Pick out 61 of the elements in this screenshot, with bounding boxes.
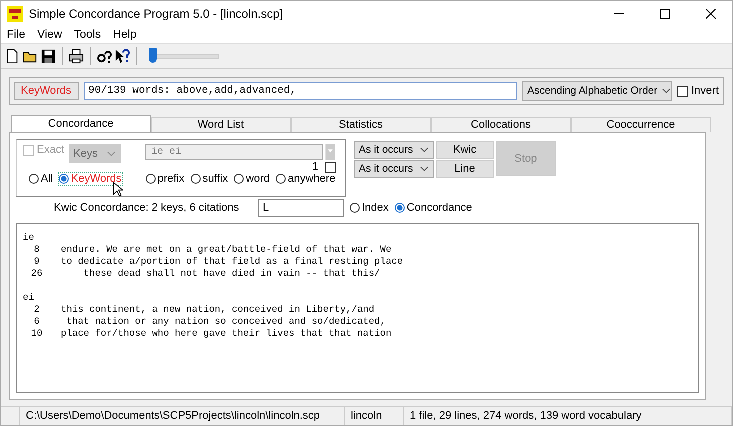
printer-icon[interactable] [69, 48, 84, 64]
maximize-icon[interactable] [660, 9, 670, 19]
radio-button[interactable]: Concordance [394, 202, 472, 214]
sort-dropdown[interactable]: As it occurs [354, 160, 434, 178]
line-number: 10 [30, 328, 44, 340]
tab[interactable]: Word List [151, 117, 291, 132]
line-button[interactable]: Line [436, 160, 494, 178]
radio-button[interactable]: prefix [146, 173, 185, 185]
concordance-summary: Kwic Concordance: 2 keys, 6 citations [54, 202, 240, 214]
new-file-icon[interactable] [5, 48, 20, 64]
tab[interactable]: Cooccurrence [571, 117, 711, 132]
word-list-field[interactable]: 90/139 words: above,add,advanced, [84, 82, 518, 100]
status-cell: lincoln [345, 407, 404, 425]
radio-button[interactable]: KeyWords [59, 173, 122, 185]
radio-button[interactable]: anywhere [276, 173, 336, 185]
invert-checkbox[interactable]: Invert [677, 85, 719, 97]
line-number: 6 [33, 316, 41, 328]
keyword-heading: ei [23, 292, 36, 304]
status-cell: C:\Users\Demo\Documents\SCP5Projects\lincoln\lincoln.scp [20, 407, 345, 425]
help-icon[interactable] [97, 48, 112, 64]
context-line: to dedicate a/portion of that field as a final resting place [61, 256, 404, 268]
radio-button[interactable]: All [29, 173, 54, 185]
tab[interactable]: Collocations [431, 117, 571, 132]
position-text-field[interactable]: L [258, 199, 344, 217]
line-number: 26 [30, 268, 44, 280]
window-title: Simple Concordance Program 5.0 - [lincoln.scp] [29, 7, 284, 21]
tab[interactable]: Concordance [11, 115, 151, 132]
caret-icon [106, 150, 116, 156]
menu-item[interactable]: File [7, 29, 26, 41]
app-logo-icon [7, 6, 23, 22]
zoom-slider[interactable] [149, 47, 219, 65]
checkbox[interactable] [324, 162, 336, 172]
keywords-button[interactable]: KeyWords [14, 82, 79, 100]
context-line: this continent, a new nation, conceived in Liberty,/and [61, 304, 375, 316]
line-number: 2 [33, 304, 41, 316]
menu-item[interactable]: Help [113, 29, 137, 41]
context-line: place for/those who here gave their lives that that nation [61, 328, 392, 340]
keyword-heading: ie [23, 232, 36, 244]
caret-icon [420, 147, 429, 153]
sort-dropdown[interactable]: As it occurs [354, 141, 434, 159]
radio-button[interactable]: Index [350, 202, 389, 214]
status-cell: 1 file, 29 lines, 274 words, 139 word vocabulary [404, 407, 732, 425]
context-line: that nation or any nation so conceived and so/dedicated, [66, 316, 386, 328]
menu-item[interactable]: Tools [74, 29, 102, 41]
line-number: 9 [33, 256, 41, 268]
radio-button[interactable]: word [234, 173, 270, 185]
menu-item[interactable]: View [38, 29, 62, 41]
pointer-help-icon[interactable] [115, 48, 130, 64]
slider-thumb[interactable] [149, 48, 157, 63]
counter-label: 1 [312, 161, 319, 173]
caret-icon [662, 88, 671, 94]
kwic-button[interactable]: Kwic [436, 141, 494, 159]
context-line: endure. We are met on a great/battle-field of that war. We [61, 244, 392, 256]
line-number: 8 [33, 244, 41, 256]
close-icon[interactable] [706, 9, 716, 19]
context-line: these dead shall not have died in vain -- that this/ [82, 268, 380, 280]
tab[interactable]: Statistics [291, 117, 431, 132]
caret-icon [420, 166, 429, 172]
radio-button[interactable]: suffix [190, 173, 228, 185]
sort-order-dropdown[interactable]: Ascending Alphabetic Order [522, 81, 672, 101]
keys-field[interactable]: ie ei [144, 144, 323, 160]
